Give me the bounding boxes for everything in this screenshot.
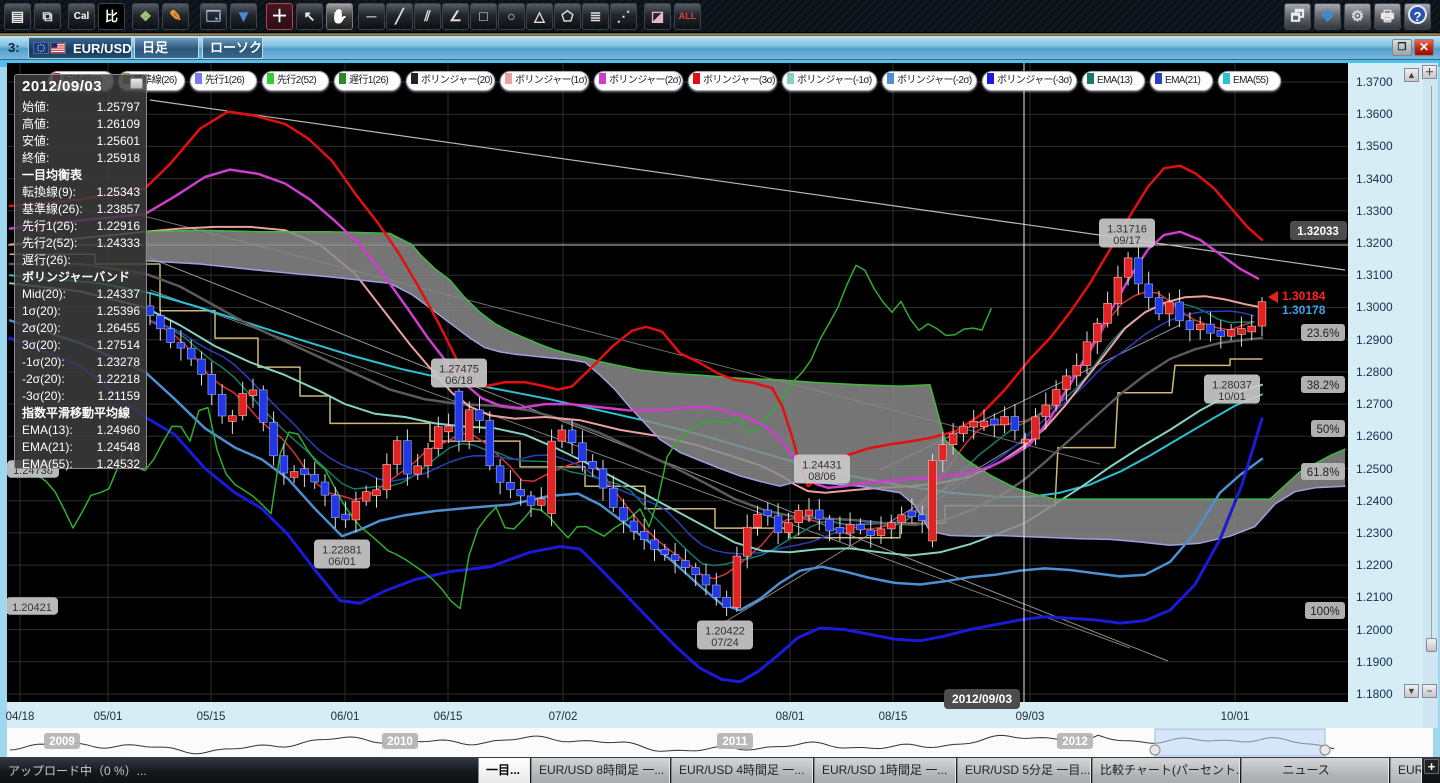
svg-text:1.3000: 1.3000 [1356,300,1393,314]
svg-text:2012/09/03: 2012/09/03 [952,692,1012,706]
svg-text:1.3400: 1.3400 [1356,172,1393,186]
svg-text:08/15: 08/15 [879,711,908,723]
svg-text:1.32033: 1.32033 [1297,226,1339,238]
svg-text:08/01: 08/01 [776,711,805,723]
svg-text:1.24431: 1.24431 [802,460,842,472]
svg-text:1.1900: 1.1900 [1356,655,1393,669]
svg-text:23.6%: 23.6% [1307,328,1340,340]
svg-text:06/15: 06/15 [434,711,463,723]
svg-text:1.3600: 1.3600 [1356,107,1393,121]
svg-text:1.3200: 1.3200 [1356,236,1393,250]
svg-text:05/01: 05/01 [94,711,123,723]
svg-text:1.2500: 1.2500 [1356,462,1393,476]
svg-text:1.3300: 1.3300 [1356,204,1393,218]
svg-text:1.2000: 1.2000 [1356,623,1393,637]
svg-text:1.2200: 1.2200 [1356,558,1393,572]
svg-text:1.3500: 1.3500 [1356,139,1393,153]
svg-text:10/01: 10/01 [1221,711,1250,723]
svg-text:1.30178: 1.30178 [1282,303,1326,317]
svg-text:1.31716: 1.31716 [1107,224,1147,236]
svg-text:1.2700: 1.2700 [1356,397,1393,411]
svg-text:2012: 2012 [1062,736,1088,748]
svg-text:1.28037: 1.28037 [1212,380,1252,392]
svg-text:1.20422: 1.20422 [705,626,745,638]
svg-text:09/03: 09/03 [1016,711,1045,723]
svg-text:1.2900: 1.2900 [1356,333,1393,347]
svg-text:61.8%: 61.8% [1307,467,1340,479]
svg-text:08/06: 08/06 [808,471,836,483]
svg-text:1.2300: 1.2300 [1356,526,1393,540]
svg-text:09/17: 09/17 [1113,235,1141,247]
svg-text:100%: 100% [1310,606,1339,618]
svg-text:04/18: 04/18 [6,711,35,723]
svg-text:1.2800: 1.2800 [1356,365,1393,379]
svg-text:1.27475: 1.27475 [439,364,479,376]
svg-text:50%: 50% [1316,424,1339,436]
svg-text:07/02: 07/02 [549,711,578,723]
svg-text:2010: 2010 [387,736,413,748]
svg-text:05/15: 05/15 [197,711,226,723]
svg-text:1.3700: 1.3700 [1356,75,1393,89]
svg-text:06/01: 06/01 [331,711,360,723]
svg-text:1.30184: 1.30184 [1282,289,1326,303]
svg-text:38.2%: 38.2% [1307,380,1340,392]
svg-text:1.1800: 1.1800 [1356,687,1393,701]
svg-text:1.2100: 1.2100 [1356,590,1393,604]
svg-text:1.2400: 1.2400 [1356,494,1393,508]
svg-text:2009: 2009 [49,736,75,748]
svg-text:07/24: 07/24 [711,637,739,649]
svg-text:06/01: 06/01 [328,556,356,568]
svg-text:1.2600: 1.2600 [1356,429,1393,443]
svg-text:1.22881: 1.22881 [322,545,362,557]
svg-text:06/18: 06/18 [445,375,473,387]
svg-text:2011: 2011 [723,736,749,748]
svg-text:1.3100: 1.3100 [1356,268,1393,282]
svg-text:1.20421: 1.20421 [12,602,52,614]
svg-text:10/01: 10/01 [1218,391,1246,403]
